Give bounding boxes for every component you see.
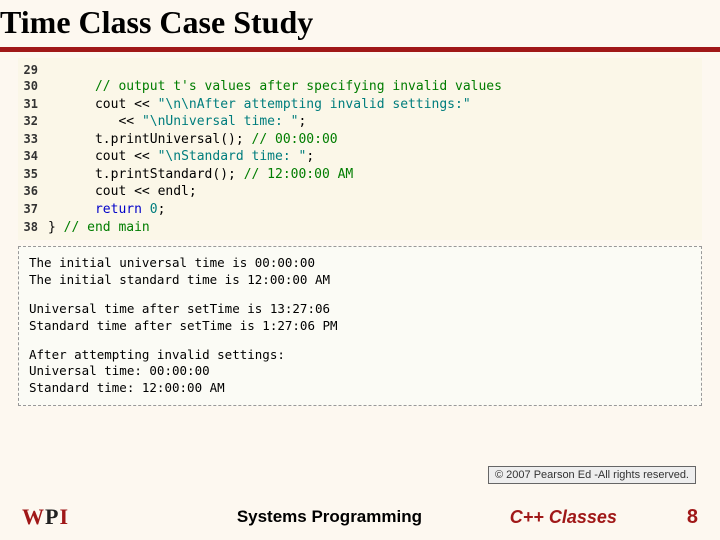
line-number: 38 xyxy=(18,219,48,237)
code-listing: 2930 // output t's values after specifyi… xyxy=(18,58,702,240)
footer-course: Systems Programming xyxy=(109,507,550,527)
code-text: } // end main xyxy=(48,219,150,237)
code-text: return 0; xyxy=(48,201,165,219)
slide-footer: WPI Systems Programming C++ Classes 8 xyxy=(0,504,720,530)
code-line: 30 // output t's values after specifying… xyxy=(18,78,696,96)
line-number: 35 xyxy=(18,166,48,184)
line-number: 33 xyxy=(18,131,48,149)
line-number: 31 xyxy=(18,96,48,114)
output-line: Universal time after setTime is 13:27:06 xyxy=(29,301,691,318)
slide-number: 8 xyxy=(687,506,698,529)
code-text: cout << "\nStandard time: "; xyxy=(48,148,314,166)
code-text: t.printUniversal(); // 00:00:00 xyxy=(48,131,338,149)
code-text: cout << endl; xyxy=(48,183,197,201)
code-text: // output t's values after specifying in… xyxy=(48,78,502,96)
line-number: 30 xyxy=(18,78,48,96)
code-line: 38} // end main xyxy=(18,219,696,237)
title-underline xyxy=(0,47,720,52)
output-line: Standard time after setTime is 1:27:06 P… xyxy=(29,318,691,335)
code-line: 37 return 0; xyxy=(18,201,696,219)
code-line: 35 t.printStandard(); // 12:00:00 AM xyxy=(18,166,696,184)
output-line: The initial standard time is 12:00:00 AM xyxy=(29,272,691,289)
line-number: 37 xyxy=(18,201,48,219)
code-line: 32 << "\nUniversal time: "; xyxy=(18,113,696,131)
wpi-logo: WPI xyxy=(22,504,69,530)
line-number: 36 xyxy=(18,183,48,201)
code-text: cout << "\n\nAfter attempting invalid se… xyxy=(48,96,471,114)
code-text: << "\nUniversal time: "; xyxy=(48,113,306,131)
output-line: Standard time: 12:00:00 AM xyxy=(29,380,691,397)
code-line: 33 t.printUniversal(); // 00:00:00 xyxy=(18,131,696,149)
code-line: 31 cout << "\n\nAfter attempting invalid… xyxy=(18,96,696,114)
slide-title: Time Class Case Study xyxy=(0,4,720,41)
output-line: After attempting invalid settings: xyxy=(29,347,691,364)
copyright-notice: © 2007 Pearson Ed -All rights reserved. xyxy=(488,466,696,484)
code-line: 34 cout << "\nStandard time: "; xyxy=(18,148,696,166)
output-line: The initial universal time is 00:00:00 xyxy=(29,255,691,272)
slide-title-bar: Time Class Case Study xyxy=(0,0,720,47)
line-number: 34 xyxy=(18,148,48,166)
line-number: 32 xyxy=(18,113,48,131)
output-line: Universal time: 00:00:00 xyxy=(29,363,691,380)
code-line: 36 cout << endl; xyxy=(18,183,696,201)
code-text: t.printStandard(); // 12:00:00 AM xyxy=(48,166,353,184)
code-line: 29 xyxy=(18,62,696,78)
line-number: 29 xyxy=(18,62,48,78)
program-output: The initial universal time is 00:00:00 T… xyxy=(18,246,702,406)
